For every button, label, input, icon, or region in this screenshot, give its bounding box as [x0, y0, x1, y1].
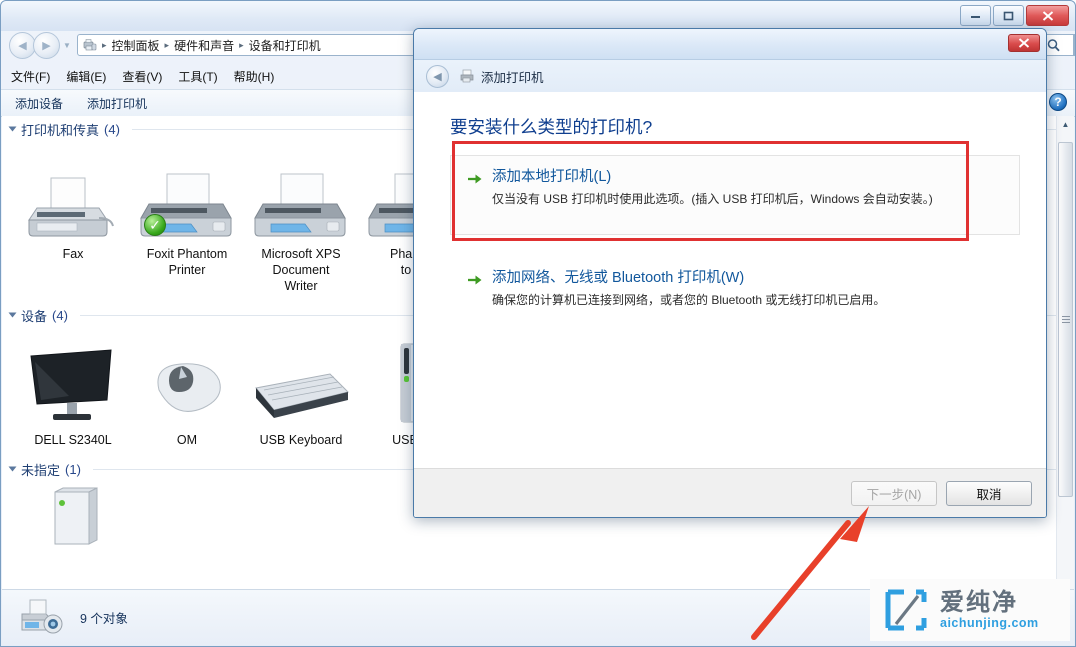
item-label: USB Keyboard	[259, 433, 343, 447]
monitor-icon	[16, 332, 130, 428]
menu-edit[interactable]: 编辑(E)	[66, 68, 106, 85]
option-title: 添加本地打印机(L)	[492, 169, 612, 185]
nav-buttons: ◀ ▶ ▼	[9, 32, 71, 59]
option-title: 添加网络、无线或 Bluetooth 打印机(W)	[492, 270, 745, 286]
next-button[interactable]: 下一步(N)	[851, 480, 937, 506]
watermark-cn: 爱纯净	[940, 588, 1018, 616]
list-item[interactable]: OM	[130, 332, 244, 448]
minimize-button[interactable]	[960, 5, 991, 26]
add-printer-dialog: ◀ 添加打印机 要安装什么类型的打印机? 添加本地打印机(L) 仅当没有 USB…	[413, 28, 1047, 518]
item-label: Microsoft XPS Document Writer	[261, 247, 341, 293]
collapse-triangle-icon[interactable]	[8, 126, 17, 132]
menu-view[interactable]: 查看(V)	[122, 68, 162, 85]
dialog-nav: ◀ 添加打印机	[414, 60, 1046, 93]
breadcrumb-separator-icon: ▸	[164, 39, 170, 50]
list-item[interactable]: USB Keyboard	[244, 332, 358, 448]
watermark-text: 爱纯净 aichunjing.com	[940, 588, 1039, 631]
collapse-triangle-icon[interactable]	[8, 466, 17, 472]
group-count: (1)	[65, 461, 81, 477]
printer-icon	[244, 146, 358, 242]
scrollbar-grip-icon	[1061, 314, 1070, 325]
scroll-up-button[interactable]: ▲	[1057, 116, 1074, 133]
breadcrumb-separator-icon: ▸	[102, 39, 107, 50]
dialog-title: 添加打印机	[481, 70, 544, 85]
group-title: 打印机和传真	[21, 122, 100, 138]
watermark-en: aichunjing.com	[940, 615, 1039, 630]
list-item[interactable]: ✓ Foxit Phantom Printer	[130, 146, 244, 294]
menu-tools[interactable]: 工具(T)	[178, 68, 217, 85]
aichunjing-logo-icon	[882, 586, 930, 634]
item-label: Foxit Phantom Printer	[146, 247, 228, 277]
close-button[interactable]	[1026, 5, 1069, 26]
breadcrumb-separator-icon: ▸	[239, 39, 244, 50]
dialog-body: 要安装什么类型的打印机? 添加本地打印机(L) 仅当没有 USB 打印机时使用此…	[414, 92, 1046, 469]
breadcrumb-item-0[interactable]: 控制面板	[109, 37, 163, 54]
status-text: 9 个对象	[80, 612, 128, 626]
green-arrow-icon	[467, 171, 483, 187]
scrollbar-thumb[interactable]	[1058, 142, 1073, 497]
keyboard-icon	[244, 332, 358, 428]
dialog-titlebar	[414, 29, 1046, 60]
forward-button[interactable]: ▶	[33, 32, 60, 59]
dialog-close-button[interactable]	[1008, 34, 1040, 52]
search-icon	[1047, 38, 1060, 51]
item-label: DELL S2340L	[34, 433, 112, 447]
add-printer-button[interactable]: 添加打印机	[87, 95, 147, 112]
devices-and-printers-icon	[20, 594, 66, 641]
window-controls	[960, 5, 1069, 26]
back-chevron-icon: ◀	[18, 40, 27, 52]
group-title: 设备	[21, 308, 48, 324]
recent-pages-caret-icon[interactable]: ▼	[63, 41, 71, 50]
help-button[interactable]: ?	[1049, 93, 1067, 111]
vertical-scrollbar[interactable]: ▲ ▼	[1056, 116, 1074, 590]
fax-icon	[16, 146, 130, 242]
add-device-button[interactable]: 添加设备	[15, 95, 63, 112]
forward-chevron-icon: ▶	[42, 40, 51, 52]
devices-and-printers-icon	[82, 37, 98, 53]
breadcrumb-item-2[interactable]: 设备和打印机	[246, 37, 324, 54]
dialog-heading: 要安装什么类型的打印机?	[450, 117, 653, 137]
option-description: 仅当没有 USB 打印机时使用此选项。(插入 USB 打印机后，Windows …	[492, 192, 933, 206]
group-count: (4)	[52, 307, 68, 323]
screenshot-root: ◀ ▶ ▼ ▸ 控制面板 ▸ 硬件和声音 ▸ 设备和打印机 文件(F) 编辑(E…	[0, 0, 1076, 647]
mouse-icon	[130, 332, 244, 428]
menu-file[interactable]: 文件(F)	[11, 68, 50, 85]
printer-icon	[459, 69, 475, 83]
green-arrow-icon	[467, 272, 483, 288]
group-count: (4)	[104, 121, 120, 137]
watermark: 爱纯净 aichunjing.com	[870, 579, 1070, 641]
maximize-button[interactable]	[993, 5, 1024, 26]
network-printer-option[interactable]: 添加网络、无线或 Bluetooth 打印机(W) 确保您的计算机已连接到网络，…	[450, 269, 1020, 309]
dialog-footer: 下一步(N) 取消	[414, 468, 1046, 517]
default-check-icon: ✓	[144, 214, 166, 236]
item-label: Fax	[62, 247, 84, 261]
option-description: 确保您的计算机已连接到网络，或者您的 Bluetooth 或无线打印机已启用。	[492, 293, 886, 307]
back-button[interactable]: ◀	[9, 32, 36, 59]
item-label: OM	[176, 433, 198, 447]
server-icon	[16, 486, 130, 548]
list-item[interactable]	[16, 486, 130, 552]
group-title: 未指定	[21, 462, 61, 478]
printer-icon: ✓	[130, 146, 244, 242]
collapse-triangle-icon[interactable]	[8, 312, 17, 318]
cancel-button[interactable]: 取消	[946, 480, 1032, 506]
menu-help[interactable]: 帮助(H)	[234, 68, 275, 85]
breadcrumb-item-1[interactable]: 硬件和声音	[171, 37, 237, 54]
local-printer-option[interactable]: 添加本地打印机(L) 仅当没有 USB 打印机时使用此选项。(插入 USB 打印…	[450, 155, 1020, 235]
list-item[interactable]: DELL S2340L	[16, 332, 130, 448]
dialog-back-button[interactable]: ◀	[426, 64, 449, 88]
list-item[interactable]: Microsoft XPS Document Writer	[244, 146, 358, 294]
window-titlebar	[1, 1, 1075, 31]
list-item[interactable]: Fax	[16, 146, 130, 294]
